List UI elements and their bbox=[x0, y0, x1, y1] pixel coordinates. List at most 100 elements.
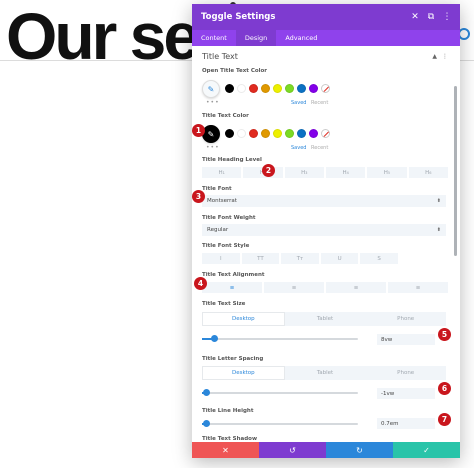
swatch-white[interactable] bbox=[237, 84, 246, 93]
toggle-settings-modal: Toggle Settings ✕ ⧉ ⋮ Content Design Adv… bbox=[192, 4, 460, 458]
heading-h3-button[interactable]: H₃ bbox=[284, 167, 324, 178]
heading-h4-button[interactable]: H₄ bbox=[325, 167, 366, 178]
more-swatches-icon[interactable]: ••• bbox=[206, 144, 220, 151]
heading-h6-button[interactable]: H₆ bbox=[408, 167, 448, 178]
swatch-purple[interactable] bbox=[309, 84, 318, 93]
section-menu-icon[interactable]: ⋮ bbox=[442, 53, 448, 60]
undo-button[interactable]: ↺ bbox=[259, 442, 326, 458]
annotation-badge: 3 bbox=[192, 190, 205, 203]
title-color-saved-tab[interactable]: Saved bbox=[291, 145, 306, 151]
slider-thumb[interactable] bbox=[211, 335, 219, 342]
modal-title: Toggle Settings bbox=[201, 12, 276, 22]
line-height-input[interactable]: 0.7em bbox=[377, 418, 435, 429]
align-center-button[interactable]: ≡ bbox=[264, 282, 324, 293]
check-icon: ✓ bbox=[423, 445, 430, 455]
title-text-color-label: Title Text Color bbox=[202, 113, 249, 119]
swatch-green[interactable] bbox=[285, 84, 294, 93]
modal-header: Toggle Settings ✕ ⧉ ⋮ bbox=[192, 4, 460, 30]
annotation-badge: 6 bbox=[438, 382, 451, 395]
title-color-recent-tab[interactable]: Recent bbox=[311, 145, 328, 151]
section-header[interactable]: Title Text ▲ ⋮ bbox=[202, 49, 448, 63]
tab-content[interactable]: Content bbox=[192, 30, 236, 46]
close-icon[interactable]: ✕ bbox=[408, 10, 422, 24]
swatch-purple[interactable] bbox=[309, 129, 318, 138]
swatch-orange[interactable] bbox=[261, 129, 270, 138]
swatch-red[interactable] bbox=[249, 84, 258, 93]
title-color-swatches bbox=[225, 129, 330, 138]
heading-h1-button[interactable]: H₁ bbox=[202, 167, 242, 178]
title-font-weight-value: Regular bbox=[207, 227, 229, 233]
capitalize-button[interactable]: Tт bbox=[281, 253, 319, 264]
swatch-black[interactable] bbox=[225, 84, 234, 93]
more-options-icon[interactable]: ⋮ bbox=[440, 10, 454, 24]
letter-spacing-input[interactable]: -1vw bbox=[377, 388, 435, 399]
close-icon: ✕ bbox=[222, 445, 229, 455]
tab-desktop[interactable]: Desktop bbox=[202, 312, 285, 326]
swatch-none-icon[interactable] bbox=[321, 84, 330, 93]
letter-spacing-slider[interactable] bbox=[202, 389, 358, 396]
swatch-yellow[interactable] bbox=[273, 84, 282, 93]
modal-tabs: Content Design Advanced bbox=[192, 30, 460, 46]
swatch-blue[interactable] bbox=[297, 129, 306, 138]
open-color-saved-tab[interactable]: Saved bbox=[291, 100, 306, 106]
expand-icon[interactable]: ⧉ bbox=[424, 10, 438, 24]
align-justify-button[interactable]: ≡ bbox=[388, 282, 448, 293]
annotation-badge: 4 bbox=[194, 277, 207, 290]
italic-button[interactable]: I bbox=[202, 253, 240, 264]
align-right-button[interactable]: ≡ bbox=[326, 282, 386, 293]
heading-h5-button[interactable]: H₅ bbox=[367, 167, 407, 178]
title-line-height-label: Title Line Height bbox=[202, 408, 254, 414]
swatch-white[interactable] bbox=[237, 129, 246, 138]
align-left-button[interactable]: ≡ bbox=[202, 282, 262, 293]
line-height-slider[interactable] bbox=[202, 420, 358, 427]
select-caret-icon: ⬍ bbox=[436, 227, 441, 233]
annotation-badge: 7 bbox=[438, 413, 451, 426]
tab-tablet[interactable]: Tablet bbox=[285, 312, 366, 326]
title-font-label: Title Font bbox=[202, 186, 232, 192]
tab-phone[interactable]: Phone bbox=[365, 366, 446, 380]
swatch-green[interactable] bbox=[285, 129, 294, 138]
slider-thumb[interactable] bbox=[203, 420, 210, 427]
font-style-buttons: I TT Tт U S bbox=[202, 253, 398, 264]
swatch-none-icon[interactable] bbox=[321, 129, 330, 138]
swatch-black[interactable] bbox=[225, 129, 234, 138]
swatch-blue[interactable] bbox=[297, 84, 306, 93]
scrollbar[interactable] bbox=[454, 86, 457, 256]
title-font-style-label: Title Font Style bbox=[202, 243, 250, 249]
section-title: Title Text bbox=[202, 51, 238, 61]
redo-icon: ↻ bbox=[356, 445, 363, 455]
title-letter-spacing-label: Title Letter Spacing bbox=[202, 356, 264, 362]
slider-thumb[interactable] bbox=[203, 389, 210, 396]
tab-tablet[interactable]: Tablet bbox=[285, 366, 366, 380]
redo-button[interactable]: ↻ bbox=[326, 442, 393, 458]
uppercase-button[interactable]: TT bbox=[241, 253, 280, 264]
collapse-icon[interactable]: ▲ bbox=[432, 53, 437, 60]
open-title-text-color-label: Open Title Text Color bbox=[202, 68, 268, 74]
eyedropper-icon: ✎ bbox=[207, 129, 215, 139]
text-size-input[interactable]: 8vw bbox=[377, 334, 435, 345]
slider-track bbox=[202, 392, 358, 394]
annotation-badge: 2 bbox=[262, 164, 275, 177]
save-button[interactable]: ✓ bbox=[393, 442, 460, 458]
text-size-slider[interactable] bbox=[202, 335, 358, 342]
open-color-swatches bbox=[225, 84, 330, 93]
tab-desktop[interactable]: Desktop bbox=[202, 366, 285, 380]
more-swatches-icon[interactable]: ••• bbox=[206, 99, 220, 106]
title-text-size-label: Title Text Size bbox=[202, 301, 246, 307]
letter-spacing-device-tabs: Desktop Tablet Phone bbox=[202, 366, 446, 380]
tab-advanced[interactable]: Advanced bbox=[276, 30, 326, 46]
swatch-yellow[interactable] bbox=[273, 129, 282, 138]
strikethrough-button[interactable]: S bbox=[360, 253, 398, 264]
eyedropper-icon: ✎ bbox=[207, 84, 215, 94]
tab-design[interactable]: Design bbox=[235, 30, 277, 46]
discard-button[interactable]: ✕ bbox=[192, 442, 259, 458]
underline-button[interactable]: U bbox=[320, 253, 359, 264]
tab-phone[interactable]: Phone bbox=[365, 312, 446, 326]
open-color-picker[interactable]: ✎ bbox=[202, 80, 220, 98]
open-color-recent-tab[interactable]: Recent bbox=[311, 100, 328, 106]
slider-track bbox=[202, 338, 358, 340]
swatch-orange[interactable] bbox=[261, 84, 270, 93]
title-font-weight-select[interactable]: Regular ⬍ bbox=[202, 224, 446, 236]
title-font-select[interactable]: Montserrat ⬍ bbox=[202, 195, 446, 207]
swatch-red[interactable] bbox=[249, 129, 258, 138]
